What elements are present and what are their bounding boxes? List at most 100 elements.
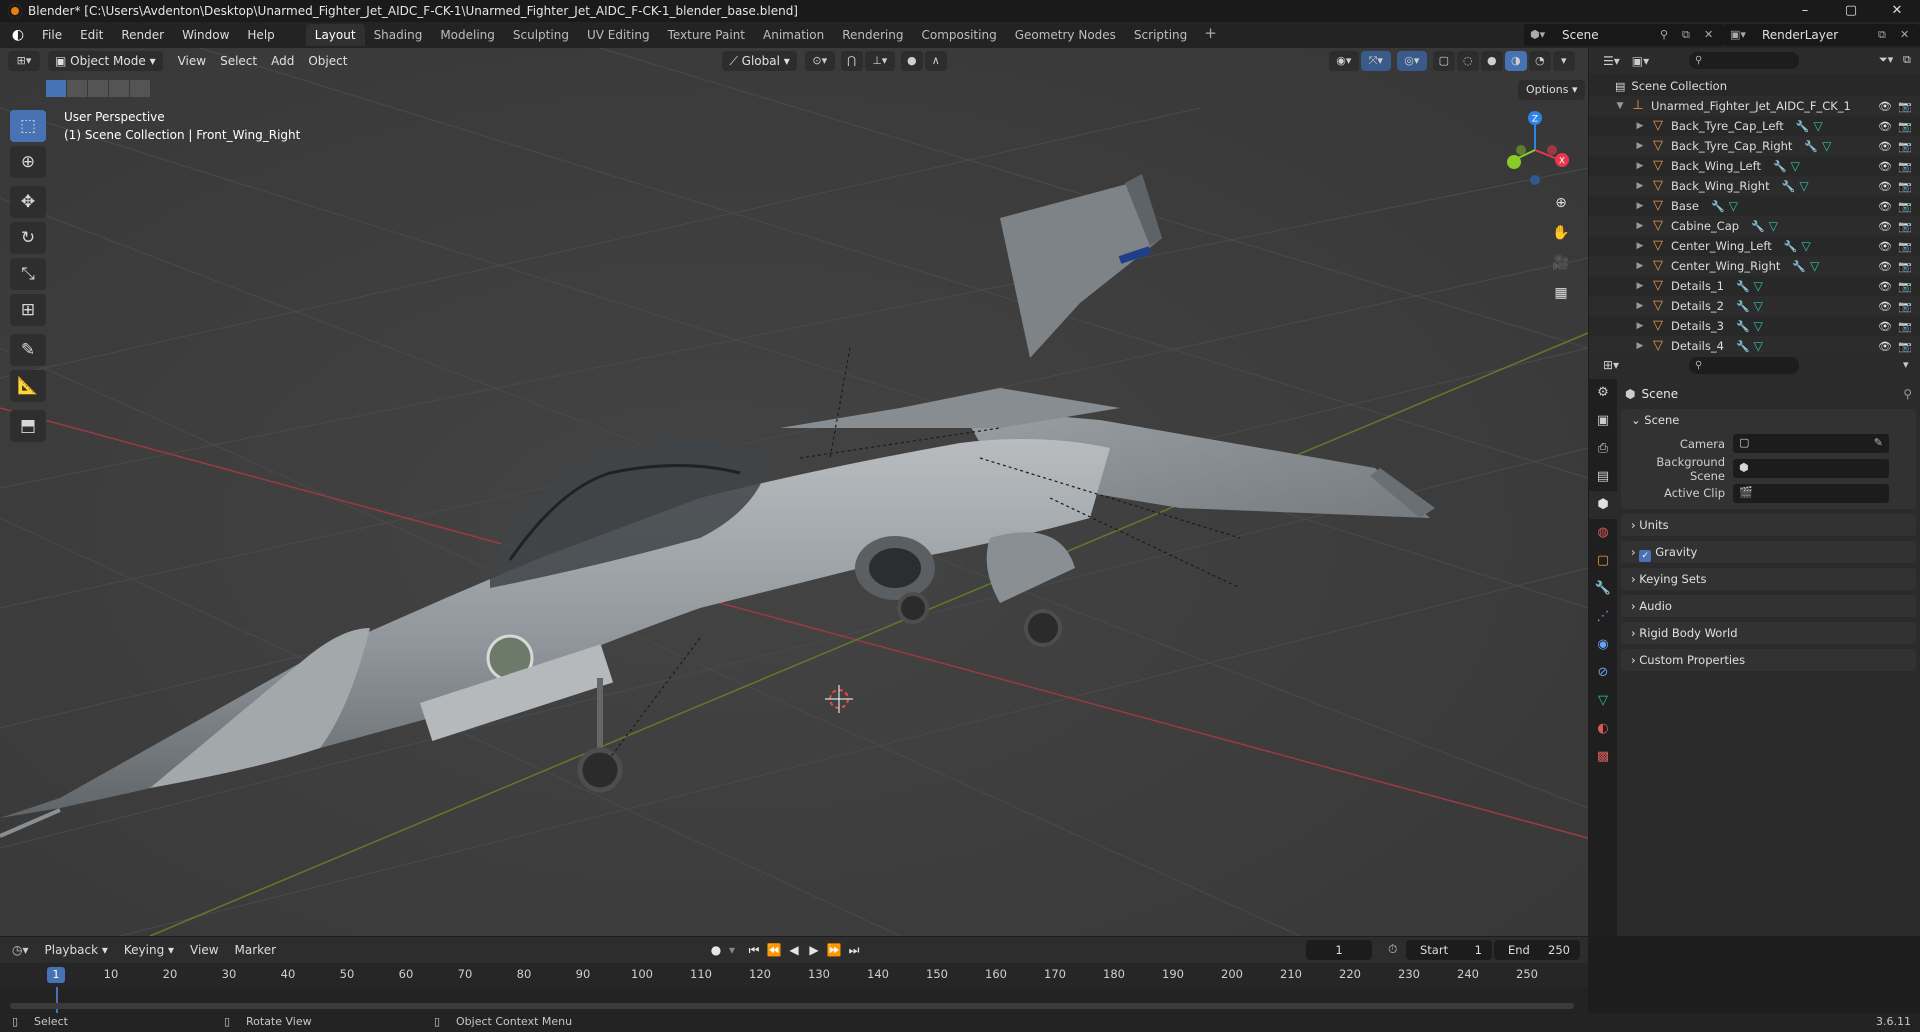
rendered-shading-icon[interactable]: ◔ — [1528, 51, 1551, 71]
wireframe-shading-icon[interactable]: ◌ — [1456, 51, 1479, 71]
pan-hand-icon[interactable]: ✋ — [1548, 220, 1574, 246]
material-tab-icon[interactable]: ◐ — [1589, 715, 1617, 743]
modifier-icon[interactable]: 🔧 — [1804, 140, 1818, 153]
particles-tab-icon[interactable]: ⋰ — [1589, 603, 1617, 631]
tab-uv-editing[interactable]: UV Editing — [578, 24, 659, 46]
stopwatch-icon[interactable]: ⏱ — [1388, 942, 1397, 957]
view-layer-tab-icon[interactable]: ▤ — [1589, 463, 1617, 491]
current-frame-indicator[interactable]: 1 — [47, 967, 65, 983]
tab-geometry-nodes[interactable]: Geometry Nodes — [1006, 24, 1125, 46]
jump-start-icon[interactable]: ⏮ — [744, 940, 764, 960]
eye-icon[interactable]: 👁 — [1878, 280, 1892, 293]
constraints-tab-icon[interactable]: ⊘ — [1589, 659, 1617, 687]
camera-icon[interactable]: 📷 — [1898, 160, 1912, 173]
tab-shading[interactable]: Shading — [365, 24, 432, 46]
timeline-editor-type-icon[interactable]: ◷▾ — [12, 943, 29, 957]
audio-panel[interactable]: › Audio — [1621, 595, 1916, 617]
world-tab-icon[interactable]: ◍ — [1589, 519, 1617, 547]
modifier-tab-icon[interactable]: 🔧 — [1589, 575, 1617, 603]
falloff-icon[interactable]: ∧ — [924, 51, 947, 71]
expand-toggle-icon[interactable]: ▼ — [1615, 101, 1625, 111]
output-tab-icon[interactable]: ⎙ — [1589, 435, 1617, 463]
camera-icon[interactable]: 📷 — [1898, 140, 1912, 153]
modifier-icon[interactable]: 🔧 — [1736, 280, 1750, 293]
jump-end-icon[interactable]: ⏭ — [844, 940, 864, 960]
eye-icon[interactable]: 👁 — [1878, 200, 1892, 213]
new-collection-icon[interactable]: ⧉ — [1903, 53, 1911, 67]
expand-toggle-icon[interactable]: ▶ — [1635, 161, 1645, 171]
transform-orientation-dropdown[interactable]: ⟋ Global ▾ — [722, 51, 797, 71]
outliner-object-row[interactable]: ▶ ▽ Back_Wing_Left 🔧 ▽ 👁 📷 — [1589, 156, 1920, 176]
mesh-data-icon[interactable]: ▽ — [1822, 139, 1831, 153]
minimize-button[interactable]: – — [1782, 0, 1828, 22]
camera-icon[interactable]: 📷 — [1898, 100, 1912, 113]
mesh-data-icon[interactable]: ▽ — [1754, 279, 1763, 293]
gravity-panel[interactable]: › ✓ Gravity — [1621, 541, 1916, 563]
camera-icon[interactable]: 📷 — [1898, 280, 1912, 293]
mesh-data-icon[interactable]: ▽ — [1769, 219, 1778, 233]
eye-icon[interactable]: 👁 — [1878, 220, 1892, 233]
modifier-icon[interactable]: 🔧 — [1711, 200, 1725, 213]
outliner-object-row[interactable]: ▶ ▽ Center_Wing_Left 🔧 ▽ 👁 📷 — [1589, 236, 1920, 256]
expand-toggle-icon[interactable]: ▶ — [1635, 281, 1645, 291]
select-new-icon[interactable] — [46, 80, 66, 97]
select-intersect-icon[interactable] — [130, 80, 150, 97]
menu-object[interactable]: Object — [301, 51, 354, 71]
camera-icon[interactable]: 📷 — [1898, 340, 1912, 353]
properties-options-icon[interactable]: ▾ — [1903, 358, 1909, 371]
transform-tool-icon[interactable]: ⊞ — [10, 294, 46, 326]
move-tool-icon[interactable]: ✥ — [10, 186, 46, 218]
snap-target-icon[interactable]: ⊥▾ — [864, 51, 895, 71]
camera-icon[interactable]: 📷 — [1898, 120, 1912, 133]
camera-icon[interactable]: 📷 — [1898, 200, 1912, 213]
display-mode-icon[interactable]: ▣▾ — [1632, 54, 1649, 68]
ortho-grid-icon[interactable]: ▦ — [1548, 280, 1574, 306]
menu-help[interactable]: Help — [238, 22, 283, 48]
properties-search-input[interactable]: ⚲ — [1689, 357, 1799, 374]
modifier-icon[interactable]: 🔧 — [1736, 340, 1750, 353]
camera-view-icon[interactable]: 🎥 — [1548, 250, 1574, 276]
tab-texture-paint[interactable]: Texture Paint — [659, 24, 754, 46]
outliner-object-row[interactable]: ▶ ▽ Back_Tyre_Cap_Right 🔧 ▽ 👁 📷 — [1589, 136, 1920, 156]
tool-tab-icon[interactable]: ⚙ — [1589, 379, 1617, 407]
solid-shading-icon[interactable]: ● — [1480, 51, 1503, 71]
menu-view[interactable]: View — [171, 51, 213, 71]
delete-layer-icon[interactable]: ✕ — [1900, 28, 1909, 41]
eye-icon[interactable]: 👁 — [1878, 320, 1892, 333]
mesh-data-icon[interactable]: ▽ — [1729, 199, 1738, 213]
material-preview-icon[interactable]: ◑ — [1504, 51, 1527, 71]
mesh-data-icon[interactable]: ▽ — [1754, 299, 1763, 313]
modifier-icon[interactable]: 🔧 — [1796, 120, 1810, 133]
physics-tab-icon[interactable]: ◉ — [1589, 631, 1617, 659]
outliner-scene-collection[interactable]: ▤ Scene Collection — [1589, 76, 1920, 96]
eye-icon[interactable]: 👁 — [1878, 260, 1892, 273]
current-frame-input[interactable]: 1 — [1306, 940, 1372, 960]
outliner-search-input[interactable]: ⚲ — [1689, 52, 1799, 69]
tab-sculpting[interactable]: Sculpting — [504, 24, 578, 46]
camera-icon[interactable]: 📷 — [1898, 300, 1912, 313]
eye-icon[interactable]: 👁 — [1878, 140, 1892, 153]
mesh-data-icon[interactable]: ▽ — [1810, 259, 1819, 273]
menu-edit[interactable]: Edit — [71, 22, 112, 48]
menu-render[interactable]: Render — [112, 22, 173, 48]
outliner-editor-type-icon[interactable]: ☰▾ — [1603, 54, 1620, 68]
measure-tool-icon[interactable]: 📐 — [10, 370, 46, 402]
select-invert-icon[interactable] — [109, 80, 129, 97]
jump-keyframe-back-icon[interactable]: ⏪ — [764, 940, 784, 960]
menu-file[interactable]: File — [33, 22, 71, 48]
zoom-icon[interactable]: ⊕ — [1548, 190, 1574, 216]
expand-toggle-icon[interactable]: ▶ — [1635, 141, 1645, 151]
outliner-object-row[interactable]: ▶ ▽ Details_2 🔧 ▽ 👁 📷 — [1589, 296, 1920, 316]
pin-icon[interactable]: ⚲ — [1903, 387, 1912, 401]
menu-add[interactable]: Add — [264, 51, 301, 71]
camera-icon[interactable]: 📷 — [1898, 240, 1912, 253]
menu-timeline-view[interactable]: View — [182, 943, 226, 957]
tab-layout[interactable]: Layout — [305, 24, 365, 46]
mesh-data-icon[interactable]: ▽ — [1799, 179, 1808, 193]
mesh-data-icon[interactable]: ▽ — [1801, 239, 1810, 253]
add-cube-tool-icon[interactable]: ⬒ — [10, 410, 46, 442]
navigation-gizmo[interactable]: Z X — [1500, 108, 1570, 188]
pivot-point-icon[interactable]: ⊙▾ — [804, 51, 835, 71]
scene-tab-icon[interactable]: ⬢ — [1589, 491, 1617, 519]
blender-logo-icon[interactable]: ◐ — [9, 26, 27, 44]
